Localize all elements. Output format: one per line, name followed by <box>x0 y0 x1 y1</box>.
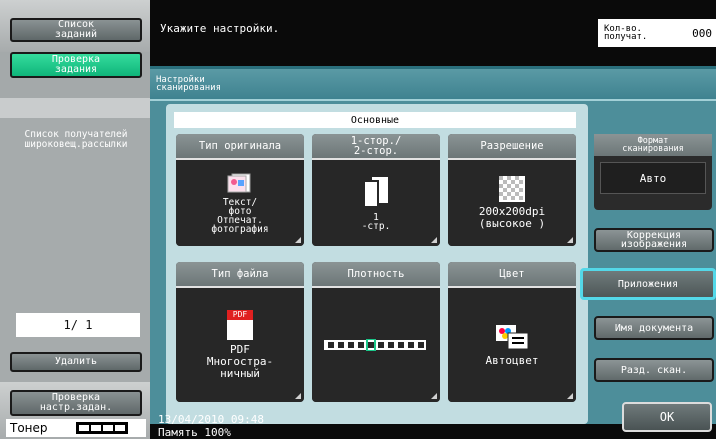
recipient-count-value: 000 <box>692 26 712 40</box>
single-side-page-icon <box>363 177 388 208</box>
document-photo-icon <box>227 173 251 193</box>
resolution-value: 200x200dpi (высокое ) <box>478 205 546 230</box>
scan-size-value: Авто <box>600 162 706 194</box>
header: Укажите настройки. Кол-во. получат. 000 <box>150 0 716 55</box>
duplex-label: 1-стор./ 2-стор. <box>312 134 440 160</box>
auto-color-icon <box>496 325 529 350</box>
scan-size-label: Формат сканирования <box>594 134 712 156</box>
original-type-label: Тип оригинала <box>176 134 304 160</box>
color-tile[interactable]: Цвет Автоцвет <box>448 262 576 402</box>
toner-label: Тонер <box>10 421 48 435</box>
job-list-button[interactable]: Список заданий <box>10 18 142 42</box>
datetime: 13/04/2010 09:48 <box>158 413 264 426</box>
file-type-label: Тип файла <box>176 262 304 288</box>
color-label: Цвет <box>448 262 576 288</box>
duplex-tile[interactable]: 1-стор./ 2-стор. 1 -стр. <box>312 134 440 246</box>
resolution-label: Разрешение <box>448 134 576 160</box>
resolution-checker-icon <box>499 176 525 202</box>
toner-indicator: Тонер <box>6 419 146 437</box>
separate-scan-button[interactable]: Разд. скан. <box>594 358 714 382</box>
file-type-tile[interactable]: Тип файла PDF PDF Многостра- ничный <box>176 262 304 402</box>
job-check-button[interactable]: Проверка задания <box>10 52 142 78</box>
scan-size-tile[interactable]: Формат сканирования Авто <box>594 134 712 210</box>
recipient-count-label: Кол-во. получат. <box>604 24 648 42</box>
attachments-button[interactable]: Приложения <box>580 268 716 300</box>
image-correction-button[interactable]: Коррекция изображения <box>594 228 714 252</box>
tab-basic[interactable]: Основные <box>174 112 576 128</box>
recipient-count: Кол-во. получат. 000 <box>598 19 716 47</box>
file-type-value: PDF Многостра- ничный <box>206 343 274 380</box>
broadcast-list-label: Список получателей широковещ.рассылки <box>24 129 128 150</box>
delete-button[interactable]: Удалить <box>10 352 142 372</box>
left-sidebar: Список заданий Проверка задания Список п… <box>0 0 150 439</box>
check-settings-button[interactable]: Проверка настр.задан. <box>10 390 142 416</box>
panel-title: Настройки сканирования <box>156 75 222 93</box>
density-scale-icon <box>324 339 426 351</box>
duplex-value: 1 -стр. <box>361 212 391 232</box>
original-type-value: Текст/ фото Отпечат. фотография <box>211 197 269 235</box>
toner-level-bar <box>75 422 128 434</box>
color-value: Автоцвет <box>485 354 539 367</box>
sidebar-spacer <box>0 98 150 118</box>
ok-button[interactable]: OK <box>622 402 712 432</box>
resolution-tile[interactable]: Разрешение 200x200dpi (высокое ) <box>448 134 576 246</box>
original-type-tile[interactable]: Тип оригинала Текст/ фото Отпечат. фотог… <box>176 134 304 246</box>
density-tile[interactable]: Плотность <box>312 262 440 402</box>
document-name-button[interactable]: Имя документа <box>594 316 714 340</box>
panel-titlebar <box>150 69 716 101</box>
memory-status: Память 100% <box>158 426 231 439</box>
density-label: Плотность <box>312 262 440 288</box>
pdf-file-icon: PDF <box>227 310 253 340</box>
instruction-text: Укажите настройки. <box>160 22 280 35</box>
page-counter: 1/ 1 <box>16 313 140 337</box>
